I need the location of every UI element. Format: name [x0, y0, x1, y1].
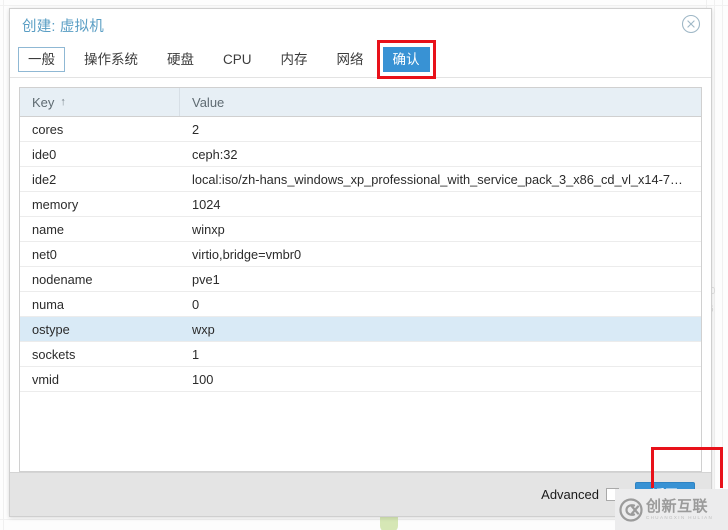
tab-confirm[interactable]: 确认	[382, 46, 430, 72]
dialog-titlebar: 创建: 虚拟机	[10, 9, 711, 41]
table-row[interactable]: cores 2	[20, 117, 701, 142]
column-header-value[interactable]: Value	[180, 88, 701, 116]
sort-ascending-icon: ↑	[60, 96, 66, 108]
row-key: ostype	[32, 321, 70, 337]
row-value: virtio,bridge=vmbr0	[192, 246, 302, 262]
table-row[interactable]: ide0 ceph:32	[20, 142, 701, 167]
summary-grid: Key ↑ Value cores 2 ide0 ceph:32 ide2 lo…	[19, 87, 702, 472]
tab-confirm-wrapper: 确认	[376, 39, 439, 79]
row-value: 0	[192, 296, 200, 312]
screenshot-root: 8-0 26 创建: 虚拟机 一般 操作系统 硬盘 CPU 内存 网络	[0, 0, 728, 530]
row-key: name	[32, 221, 65, 237]
bg-vline	[714, 0, 715, 530]
watermark-texts: 创新互联 CHUANGXIN HULIAN	[646, 499, 713, 521]
bg-decoration-shape	[380, 516, 398, 530]
row-value: 2	[192, 121, 200, 137]
row-key: ide0	[32, 146, 57, 162]
column-header-value-label: Value	[192, 94, 225, 110]
bg-vline	[722, 0, 723, 530]
dialog-footer: Advanced 返回	[10, 447, 723, 516]
row-key: net0	[32, 246, 57, 262]
row-key: cores	[32, 121, 64, 137]
table-row[interactable]: ide2 local:iso/zh-hans_windows_xp_profes…	[20, 167, 701, 192]
advanced-label: Advanced	[541, 487, 599, 502]
table-row[interactable]: numa 0	[20, 292, 701, 317]
row-key: ide2	[32, 171, 57, 187]
table-row[interactable]: memory 1024	[20, 192, 701, 217]
table-row[interactable]: name winxp	[20, 217, 701, 242]
row-value: ceph:32	[192, 146, 238, 162]
wizard-tabbar: 一般 操作系统 硬盘 CPU 内存 网络 确认	[10, 39, 711, 79]
dialog-body: Key ↑ Value cores 2 ide0 ceph:32 ide2 lo…	[10, 78, 711, 472]
column-header-key[interactable]: Key ↑	[20, 88, 180, 116]
tab-os[interactable]: 操作系统	[74, 47, 148, 72]
row-value: 1024	[192, 196, 221, 212]
row-key: sockets	[32, 346, 76, 362]
table-row-selected[interactable]: ostype wxp	[20, 317, 701, 342]
bg-hline	[0, 5, 728, 6]
close-circle-icon[interactable]	[681, 14, 701, 34]
grid-header-row: Key ↑ Value	[20, 88, 701, 117]
tab-general[interactable]: 一般	[18, 46, 65, 72]
row-key: vmid	[32, 371, 60, 387]
table-row[interactable]: vmid 100	[20, 367, 701, 392]
watermark-text-cn: 创新互联	[646, 497, 709, 515]
row-key: memory	[32, 196, 79, 212]
create-vm-dialog: 创建: 虚拟机 一般 操作系统 硬盘 CPU 内存 网络 确认 Key ↑ Va…	[9, 8, 723, 517]
watermark-text-en: CHUANGXIN HULIAN	[646, 514, 714, 520]
grid-rows: cores 2 ide0 ceph:32 ide2 local:iso/zh-h…	[20, 117, 701, 471]
cx-circle-logo-icon	[619, 497, 643, 522]
tab-cpu[interactable]: CPU	[213, 47, 262, 72]
bg-vline	[3, 0, 4, 530]
row-value: 1	[192, 346, 200, 362]
table-row[interactable]: nodename pve1	[20, 267, 701, 292]
watermark: 创新互联 CHUANGXIN HULIAN	[615, 489, 728, 530]
row-value: pve1	[192, 271, 220, 287]
row-key: nodename	[32, 271, 93, 287]
row-value: wxp	[192, 321, 215, 337]
row-value: winxp	[192, 221, 225, 237]
table-row[interactable]: sockets 1	[20, 342, 701, 367]
column-header-key-label: Key	[32, 94, 55, 110]
table-row[interactable]: net0 virtio,bridge=vmbr0	[20, 242, 701, 267]
row-value: local:iso/zh-hans_windows_xp_professiona…	[192, 171, 683, 187]
dialog-title: 创建: 虚拟机	[22, 18, 104, 35]
row-key: numa	[32, 296, 65, 312]
tab-memory[interactable]: 内存	[271, 47, 318, 72]
tab-harddisk[interactable]: 硬盘	[157, 47, 204, 72]
tab-network[interactable]: 网络	[327, 47, 374, 72]
row-value: 100	[192, 371, 214, 387]
